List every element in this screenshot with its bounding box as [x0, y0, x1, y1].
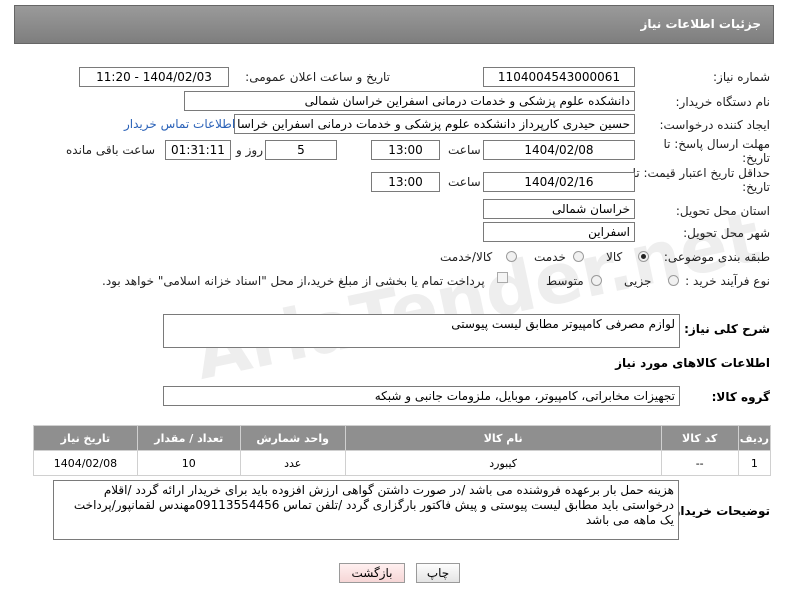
buyer-org-field: دانشکده علوم پزشکی و خدمات درمانی اسفرای… [184, 91, 635, 111]
category-radio-service[interactable] [573, 251, 584, 262]
process-radio-minor[interactable] [668, 275, 679, 286]
creator-label: ایجاد کننده درخواست: [659, 118, 770, 132]
creator-field: حسین حیدری کارپرداز دانشکده علوم پزشکی و… [234, 114, 635, 134]
announce-field: 1404/02/03 - 11:20 [79, 67, 229, 87]
city-field: اسفراین [483, 222, 635, 242]
col-need-date: تاریخ نیاز [33, 425, 138, 451]
col-row-number: ردیف [737, 425, 772, 451]
col-unit: واحد شمارش [239, 425, 346, 451]
announce-label: تاریخ و ساعت اعلان عمومی: [245, 70, 390, 84]
category-radio-goods[interactable] [638, 251, 649, 262]
remaining-label: ساعت باقی مانده [66, 143, 156, 157]
category-option-goods: کالا [606, 250, 623, 264]
deadline-time-field: 13:00 [371, 140, 440, 160]
goods-group-label: گروه کالا: [711, 390, 770, 404]
process-radio-medium[interactable] [591, 275, 602, 286]
province-label: استان محل تحویل: [675, 204, 770, 218]
payment-note: پرداخت تمام یا بخشی از مبلغ خرید،از محل … [102, 274, 485, 288]
print-button[interactable]: چاپ [416, 563, 460, 583]
remaining-time-field: 01:31:11 [165, 140, 231, 160]
buyer-notes-label: توضیحات خریدار: [668, 504, 770, 518]
col-item-code: کد کالا [660, 425, 739, 451]
city-label: شهر محل تحویل: [683, 226, 770, 240]
description-label: شرح کلی نیاز: [684, 322, 770, 336]
category-radio-both[interactable] [506, 251, 517, 262]
buyer-org-label: نام دستگاه خریدار: [675, 95, 771, 109]
cell-unit: عدد [239, 450, 346, 476]
col-item-name: نام کالا [344, 425, 662, 451]
category-option-service: خدمت [534, 250, 566, 264]
cell-quantity: 10 [136, 450, 241, 476]
days-label: روز و [236, 143, 263, 157]
deadline-label: مهلت ارسال پاسخ: تا تاریخ: [663, 137, 770, 165]
goods-table: ردیف کد کالا نام کالا واحد شمارش تعداد /… [33, 425, 772, 476]
validity-time-label: ساعت [448, 175, 481, 189]
deadline-date-field: 1404/02/08 [483, 140, 635, 160]
goods-section-title: اطلاعات کالاهای مورد نیاز [615, 356, 770, 370]
deadline-time-label: ساعت [448, 143, 481, 157]
goods-group-field: تجهیزات مخابراتی، کامپیوتر، موبایل، ملزو… [163, 386, 680, 406]
process-option-minor: جزیی [624, 274, 652, 288]
cell-need-date: 1404/02/08 [33, 450, 138, 476]
validity-date-field: 1404/02/16 [483, 172, 635, 192]
validity-time-field: 13:00 [371, 172, 440, 192]
days-field: 5 [265, 140, 337, 160]
page-title: جزئیات اطلاعات نیاز [640, 17, 761, 31]
process-option-medium: متوسط [546, 274, 584, 288]
table-header-row: ردیف کد کالا نام کالا واحد شمارش تعداد /… [33, 425, 772, 451]
table-row: 1 -- کیبورد عدد 10 1404/02/08 [33, 450, 772, 476]
cell-row-number: 1 [737, 450, 772, 476]
buyer-contact-link[interactable]: اطلاعات تماس خریدار [124, 117, 235, 131]
cell-item-code: -- [660, 450, 739, 476]
category-label: طبقه بندی موضوعی: [663, 250, 770, 264]
col-quantity: تعداد / مقدار [136, 425, 241, 451]
description-textarea: لوازم مصرفی کامپیوتر مطابق لیست پیوستی [163, 314, 680, 348]
need-number-field: 1104004543000061 [483, 67, 635, 87]
cell-item-name: کیبورد [344, 450, 662, 476]
back-button[interactable]: بازگشت [339, 563, 405, 583]
province-field: خراسان شمالی [483, 199, 635, 219]
category-option-both: کالا/خدمت [440, 250, 493, 264]
process-label: نوع فرآیند خرید : [685, 274, 770, 288]
payment-checkbox[interactable] [497, 272, 508, 283]
validity-label: حداقل تاریخ اعتبار قیمت: تا تاریخ: [632, 166, 770, 194]
buyer-notes-textarea: هزینه حمل بار برعهده فروشنده می باشد /در… [53, 480, 679, 540]
page-header: جزئیات اطلاعات نیاز [14, 5, 774, 44]
need-number-label: شماره نیاز: [713, 70, 770, 84]
